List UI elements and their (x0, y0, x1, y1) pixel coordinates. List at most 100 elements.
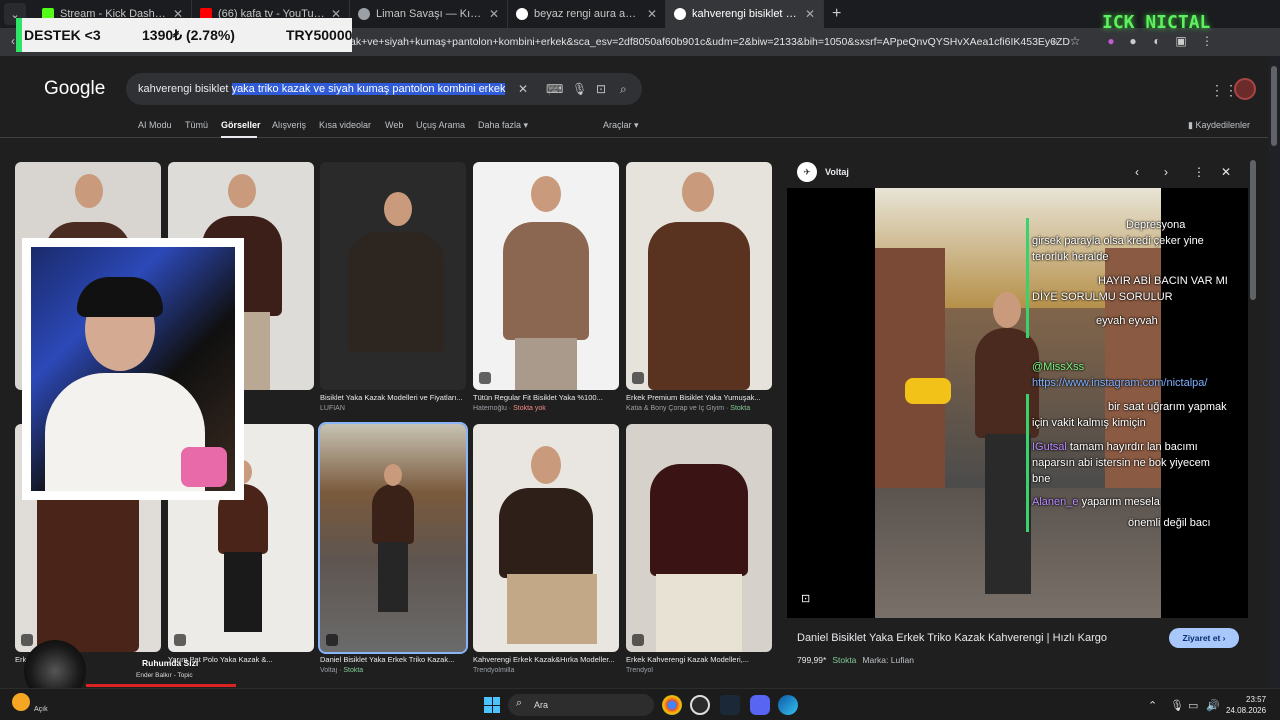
visit-button[interactable]: Ziyaret et › (1169, 628, 1239, 648)
nav-ai-mode[interactable]: AI Modu (138, 120, 172, 130)
nav-all[interactable]: Tümü (185, 120, 208, 130)
extension-icon[interactable]: ● (1104, 34, 1118, 48)
result-thumbnail[interactable] (320, 162, 466, 390)
nav-shopping[interactable]: Alışveriş (272, 120, 306, 130)
chat-message: naparsın abi istersin ne bok yiyecem (1032, 457, 1210, 469)
model-head (384, 464, 402, 486)
result-source: Katia & Bony Çorap ve İç Giyim · Stokta (626, 405, 751, 412)
image-result-selected[interactable]: Daniel Bisiklet Yaka Erkek Triko Kazak..… (318, 422, 468, 674)
extensions-puzzle-icon[interactable]: ▣ (1174, 34, 1188, 48)
result-source: Trendyol (626, 667, 653, 674)
page-scrollbar[interactable] (1268, 56, 1280, 688)
image-result[interactable]: Kahverengi Erkek Kazak&Hırka Modeller...… (473, 424, 619, 674)
taskbar-search-label: Ara (534, 700, 549, 710)
nav-tools[interactable]: Araçlar ▾ (603, 120, 639, 131)
edge-icon[interactable] (778, 695, 798, 715)
google-logo[interactable]: Google (44, 78, 105, 100)
show-hidden-icons-icon[interactable]: ⌃ (1148, 699, 1157, 712)
close-tab-icon[interactable]: ✕ (489, 7, 499, 21)
new-tab-icon[interactable]: + (832, 5, 841, 23)
browser-tab-liman[interactable]: Liman Savaşı — Kırmızı vs Mavi ✕ (350, 0, 508, 28)
close-tab-icon[interactable]: ✕ (647, 7, 657, 21)
chrome-icon[interactable] (662, 695, 682, 715)
next-icon[interactable]: › (1164, 165, 1168, 179)
browser-tab-beyaz[interactable]: beyaz rengi aura anlamına ve tı ✕ (508, 0, 666, 28)
product-brand: Marka: Lufian (862, 655, 914, 665)
product-title[interactable]: Daniel Bisiklet Yaka Erkek Triko Kazak K… (797, 632, 1157, 644)
image-result[interactable]: Erkek Kahverengi Kazak Modelleri,... Tre… (626, 424, 772, 674)
weather-icon[interactable] (12, 693, 30, 711)
track-progress (86, 684, 236, 687)
search-icon[interactable]: ⌕ (620, 82, 627, 97)
lens-camera-icon[interactable]: ⊡ (596, 82, 606, 96)
chat-link[interactable]: https://www.instagram.com/nictalpa/ (1032, 377, 1207, 389)
nav-more[interactable]: Daha fazla ▾ (478, 120, 528, 131)
zoom-icon[interactable]: ⌕ (1048, 34, 1062, 48)
saved-link[interactable]: ▮ Kaydedilenler (1188, 120, 1250, 131)
steam-icon[interactable] (720, 695, 740, 715)
search-query[interactable]: kahverengi bisiklet yaka triko kazak ve … (138, 83, 506, 95)
model-figure (499, 488, 593, 578)
nav-web[interactable]: Web (385, 120, 403, 130)
image-result[interactable]: Bisiklet Yaka Kazak Modelleri ve Fiyatla… (320, 162, 466, 412)
google-header: Google kahverengi bisiklet yaka triko ka… (0, 56, 1268, 138)
nav-short-videos[interactable]: Kısa videolar (319, 120, 371, 130)
model-figure (348, 232, 444, 352)
more-options-icon[interactable]: ⋮ (1193, 165, 1205, 179)
result-thumbnail[interactable] (473, 424, 619, 652)
donation-label: DESTEK <3 (24, 27, 101, 43)
lens-search-icon[interactable]: ⊡ (801, 592, 810, 605)
product-tag-icon (326, 634, 338, 646)
network-icon[interactable]: ▭ (1188, 699, 1198, 712)
browser-tab-active[interactable]: kahverengi bisiklet yaka triko k ✕ (666, 0, 824, 28)
close-tab-icon[interactable]: ✕ (805, 7, 815, 21)
extension-record-icon[interactable]: ● (1126, 34, 1140, 48)
chat-username: @MissXss (1032, 361, 1085, 373)
extension-icon[interactable]: ◐ (1150, 34, 1164, 48)
result-thumbnail[interactable] (626, 424, 772, 652)
nav-images[interactable]: Görseller (221, 120, 261, 130)
result-thumbnail[interactable] (318, 422, 468, 654)
model-trousers (224, 552, 262, 632)
previous-icon[interactable]: ‹ (1135, 165, 1139, 179)
system-clock[interactable]: 23:57 24.08.2026 (1226, 694, 1266, 716)
model-head (228, 174, 256, 208)
chat-message: https://www.instagram.com/nictalpa/ (1032, 376, 1250, 390)
close-panel-icon[interactable]: ✕ (1221, 165, 1231, 179)
site-favicon-icon: ✈ (797, 162, 817, 182)
donation-goal: TRY50000 (286, 27, 353, 43)
discord-icon[interactable] (750, 695, 770, 715)
keyboard-icon[interactable]: ⌨ (546, 82, 563, 96)
obs-icon[interactable] (690, 695, 710, 715)
model-head (384, 192, 412, 226)
windows-taskbar: Açık ⌕ Ara ⌃ 🎙 ▭ 🔊 23:57 24.08.2026 (0, 688, 1280, 720)
windows-start-icon[interactable] (484, 697, 500, 713)
result-thumbnail[interactable] (473, 162, 619, 390)
address-bar[interactable]: ak+ve+siyah+kumaş+pantolon+kombini+erkek… (350, 31, 1070, 53)
chat-message: Depresyona (1126, 219, 1186, 231)
site-name[interactable]: Voltaj (825, 167, 849, 177)
model-figure (503, 222, 589, 340)
clear-search-icon[interactable]: ✕ (518, 82, 528, 96)
product-tag-icon (479, 372, 491, 384)
result-thumbnail[interactable] (626, 162, 772, 390)
panel-scrollbar-thumb[interactable] (1250, 160, 1256, 300)
image-result[interactable]: Tütün Regular Fit Bisiklet Yaka %100... … (473, 162, 619, 412)
nav-flights[interactable]: Uçuş Arama (416, 120, 465, 130)
query-selected-text: yaka triko kazak ve siyah kumaş pantolon… (231, 83, 506, 95)
menu-icon[interactable]: ⋮ (1200, 34, 1214, 48)
volume-icon[interactable]: 🔊 (1206, 699, 1220, 712)
microphone-icon[interactable]: 🎙 (572, 82, 587, 96)
tab-title: Liman Savaşı — Kırmızı vs Mavi (376, 8, 483, 20)
image-result[interactable]: Erkek Premium Bisiklet Yaka Yumuşak... K… (626, 162, 772, 412)
kick-channel-logo: ICK NICTAL (1102, 12, 1211, 33)
product-tag-icon (632, 372, 644, 384)
model-figure (648, 222, 750, 390)
goal-progress-marker (16, 18, 22, 52)
account-avatar[interactable] (1234, 78, 1256, 100)
search-box[interactable]: kahverengi bisiklet yaka triko kazak ve … (126, 73, 642, 105)
scrollbar-thumb[interactable] (1271, 66, 1277, 146)
bookmark-star-icon[interactable]: ☆ (1068, 34, 1082, 48)
taskbar-search[interactable]: ⌕ Ara (508, 694, 654, 716)
microphone-icon[interactable]: 🎙 (1170, 699, 1184, 712)
